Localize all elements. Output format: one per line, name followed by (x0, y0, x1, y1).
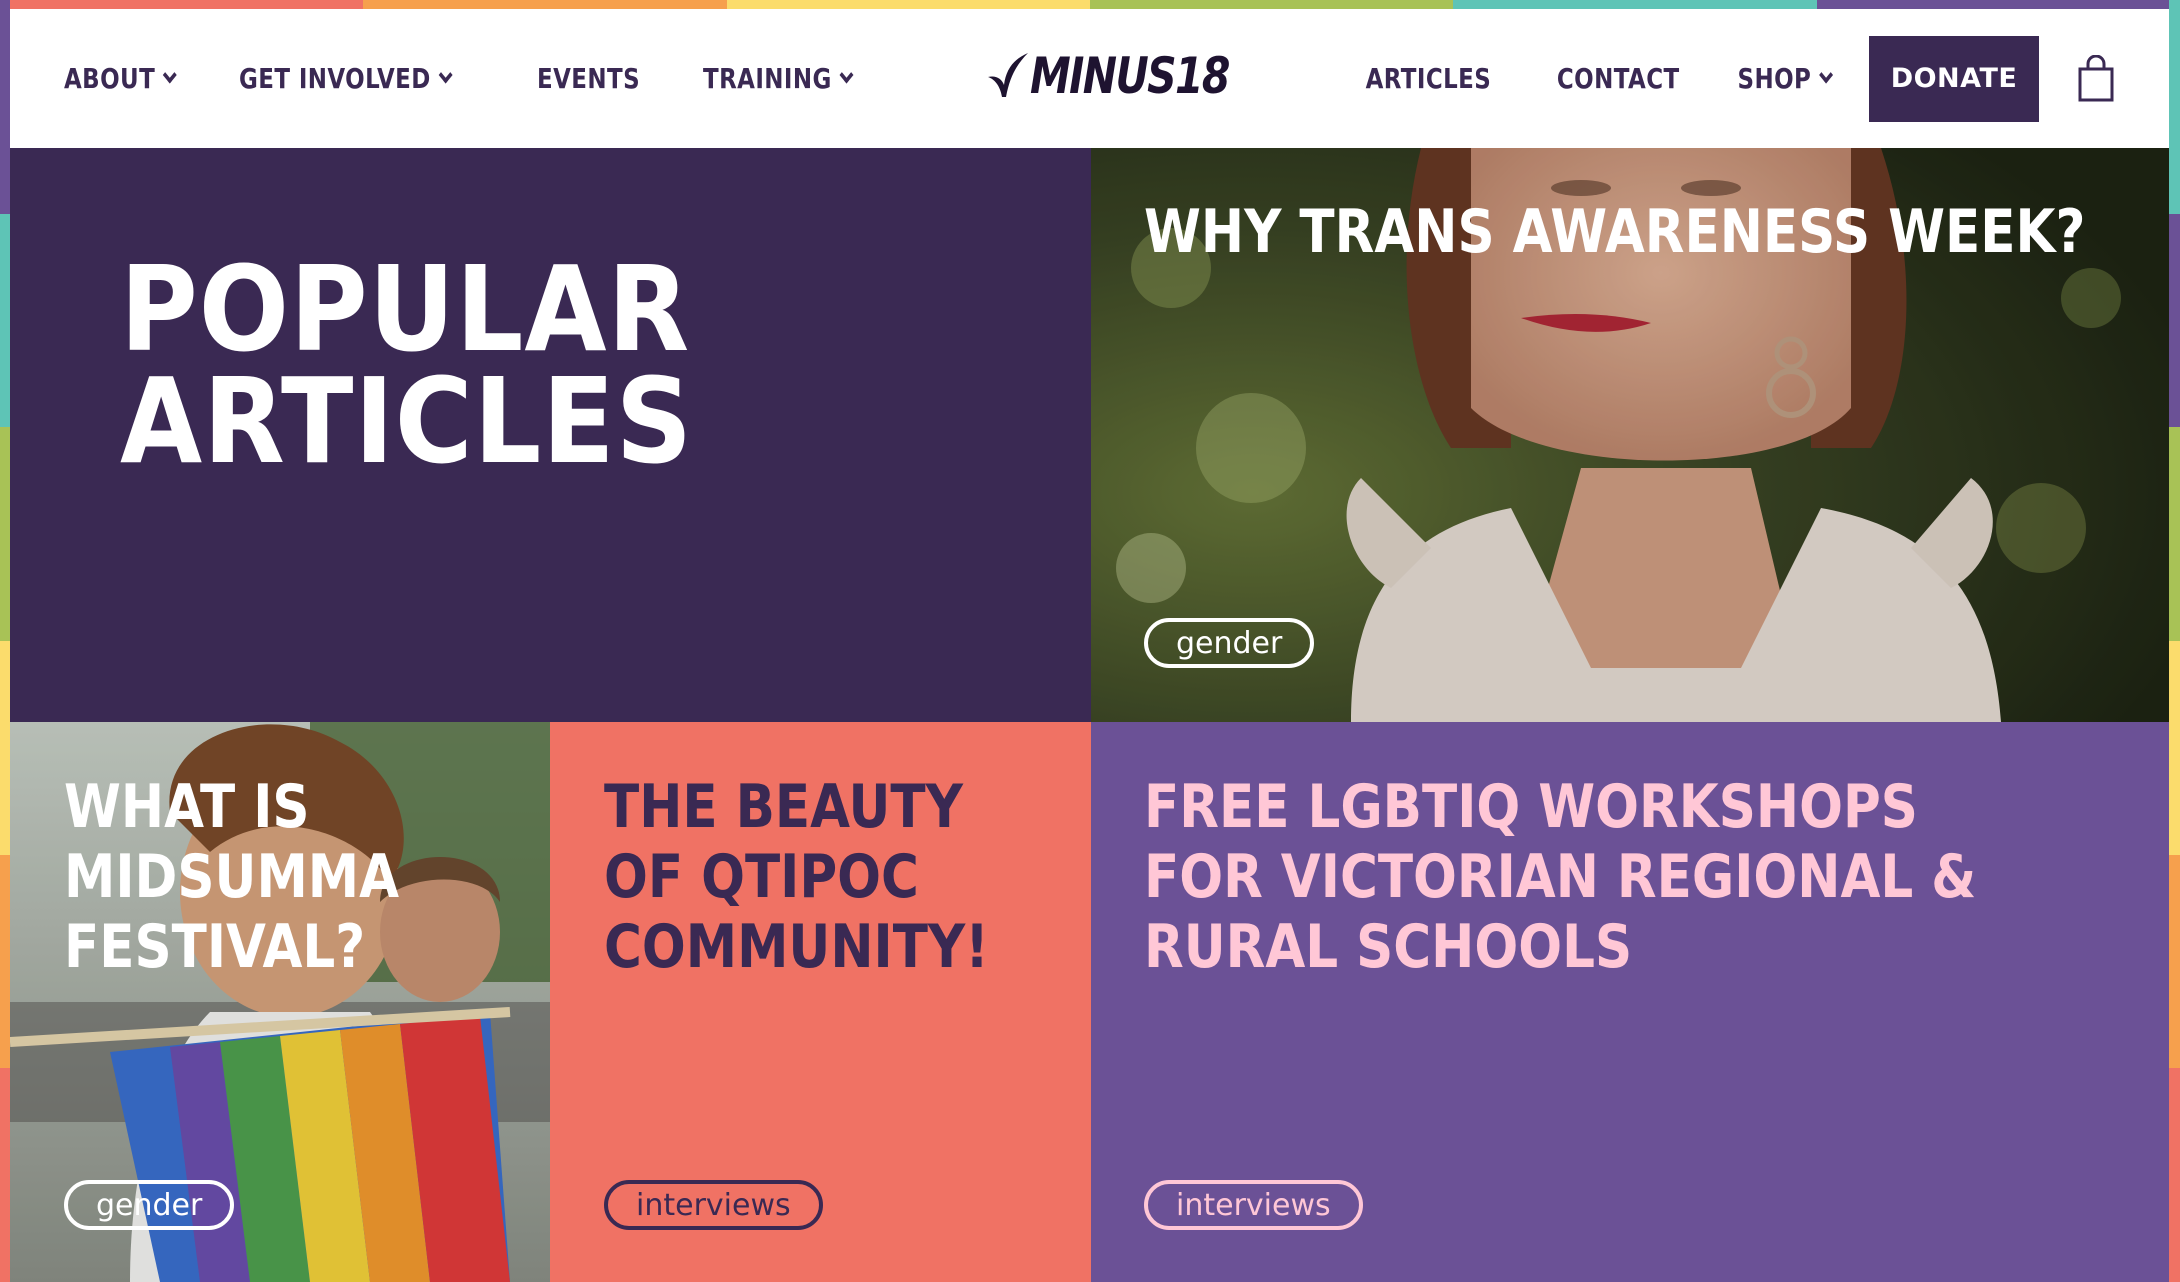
site-header: ABOUT GET INVOLVED EVENTS TRAINING MINUS… (10, 9, 2169, 148)
rainbow-left-border (0, 0, 10, 1282)
article-tag-interviews[interactable]: interviews (1144, 1180, 1363, 1230)
section-title: POPULAR ARTICLES (120, 240, 694, 490)
shopping-bag-icon[interactable] (2077, 54, 2115, 103)
chevron-down-icon (162, 66, 177, 83)
primary-nav-right: ARTICLES CONTACT SHOP DONATE (1338, 9, 2115, 148)
nav-get-involved[interactable]: GET INVOLVED (239, 62, 453, 95)
sprout-icon (988, 53, 1028, 97)
nav-training[interactable]: TRAINING (703, 62, 854, 95)
article-card-midsumma[interactable]: WHAT IS MIDSUMMA FESTIVAL? gender (10, 722, 550, 1282)
chevron-down-icon (1819, 66, 1834, 83)
logo-wordmark: MINUS18 (1030, 47, 1230, 105)
article-card-qtipoc[interactable]: THE BEAUTY OF QTIPOC COMMUNITY! intervie… (550, 722, 1091, 1282)
chevron-down-icon (839, 66, 854, 83)
nav-about[interactable]: ABOUT (64, 62, 177, 95)
article-tag-gender[interactable]: gender (1144, 618, 1315, 668)
donate-button[interactable]: DONATE (1869, 35, 2039, 122)
nav-events[interactable]: EVENTS (537, 62, 640, 95)
popular-articles-tile: POPULAR ARTICLES (10, 148, 1091, 722)
article-tag-interviews[interactable]: interviews (604, 1180, 823, 1230)
article-title: FREE LGBTIQ WORKSHOPS FOR VICTORIAN REGI… (1144, 772, 1977, 982)
article-card-free-workshops[interactable]: FREE LGBTIQ WORKSHOPS FOR VICTORIAN REGI… (1091, 722, 2169, 1282)
article-title: WHY TRANS AWARENESS WEEK? (1144, 197, 2086, 267)
nav-shop[interactable]: SHOP (1738, 62, 1834, 95)
chevron-down-icon (438, 66, 453, 83)
site-logo[interactable]: MINUS18 (988, 47, 1272, 105)
nav-contact[interactable]: CONTACT (1556, 62, 1679, 95)
nav-articles[interactable]: ARTICLES (1366, 62, 1492, 95)
article-title: THE BEAUTY OF QTIPOC COMMUNITY! (604, 772, 989, 982)
rainbow-top-border (0, 0, 2180, 9)
article-card-trans-awareness[interactable]: WHY TRANS AWARENESS WEEK? gender (1091, 148, 2169, 722)
primary-nav-left: ABOUT GET INVOLVED EVENTS TRAINING (64, 9, 884, 148)
article-title: WHAT IS MIDSUMMA FESTIVAL? (64, 772, 400, 982)
article-tag-gender[interactable]: gender (64, 1180, 235, 1230)
rainbow-right-border (2169, 0, 2180, 1282)
